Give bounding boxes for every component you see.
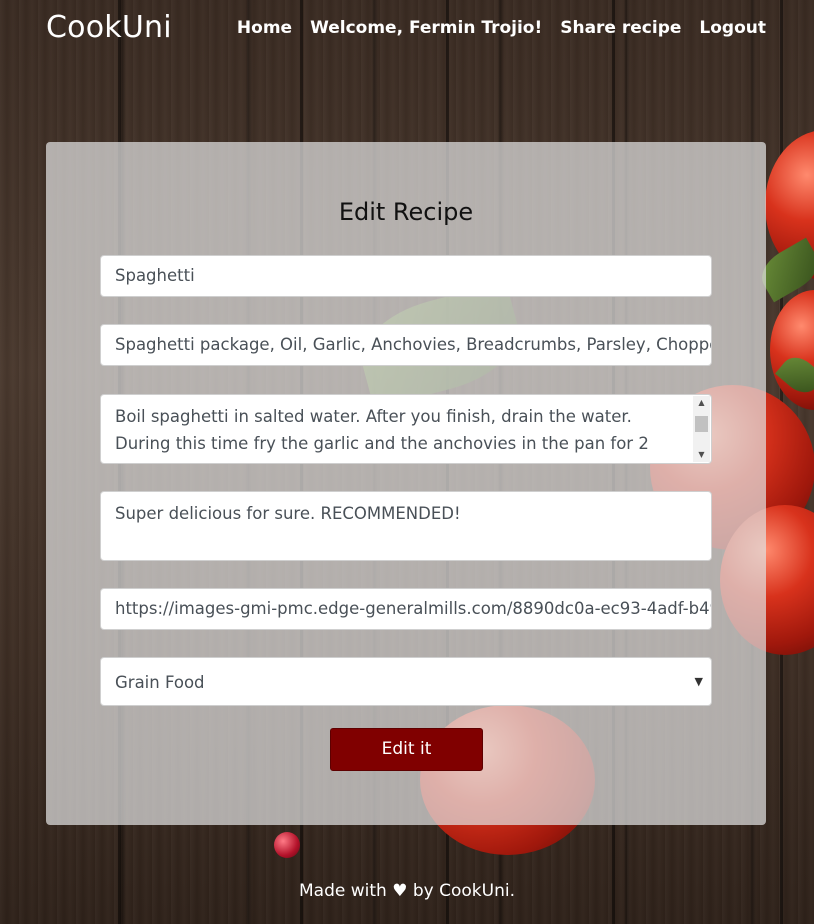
scroll-up-arrow-icon[interactable]: ▲ bbox=[693, 396, 710, 410]
edit-recipe-card: Edit Recipe Spaghetti Spaghetti package,… bbox=[46, 142, 766, 825]
meal-name-input[interactable]: Spaghetti bbox=[100, 255, 712, 297]
berry-image bbox=[274, 832, 300, 858]
top-nav: Home Welcome, Fermin Trojio! Share recip… bbox=[237, 18, 766, 38]
category-select-value: Grain Food bbox=[115, 673, 205, 692]
page-title: Edit Recipe bbox=[338, 198, 474, 226]
nav-home-link[interactable]: Home bbox=[237, 18, 292, 38]
nav-welcome-link[interactable]: Welcome, Fermin Trojio! bbox=[310, 18, 542, 38]
edit-it-button[interactable]: Edit it bbox=[330, 728, 483, 771]
dropdown-arrow-icon: ▼ bbox=[694, 675, 703, 688]
scroll-thumb[interactable] bbox=[695, 416, 708, 432]
brand-logo[interactable]: CookUni bbox=[46, 10, 172, 45]
nav-share-recipe-link[interactable]: Share recipe bbox=[560, 18, 681, 38]
image-url-input[interactable]: https://images-gmi-pmc.edge-generalmills… bbox=[100, 588, 712, 630]
scroll-down-arrow-icon[interactable]: ▼ bbox=[693, 448, 710, 462]
ingredients-input[interactable]: Spaghetti package, Oil, Garlic, Anchovie… bbox=[100, 324, 712, 366]
description-textarea[interactable]: Super delicious for sure. RECOMMENDED! bbox=[100, 491, 712, 561]
nav-logout-link[interactable]: Logout bbox=[699, 18, 766, 38]
method-scrollbar[interactable]: ▲ ▼ bbox=[693, 396, 710, 462]
method-textarea-wrap: Boil spaghetti in salted water. After yo… bbox=[100, 394, 712, 464]
category-select[interactable]: Grain Food ▼ bbox=[100, 657, 712, 706]
method-textarea[interactable]: Boil spaghetti in salted water. After yo… bbox=[100, 394, 712, 464]
footer-credit: Made with ♥ by CookUni. bbox=[299, 881, 515, 901]
